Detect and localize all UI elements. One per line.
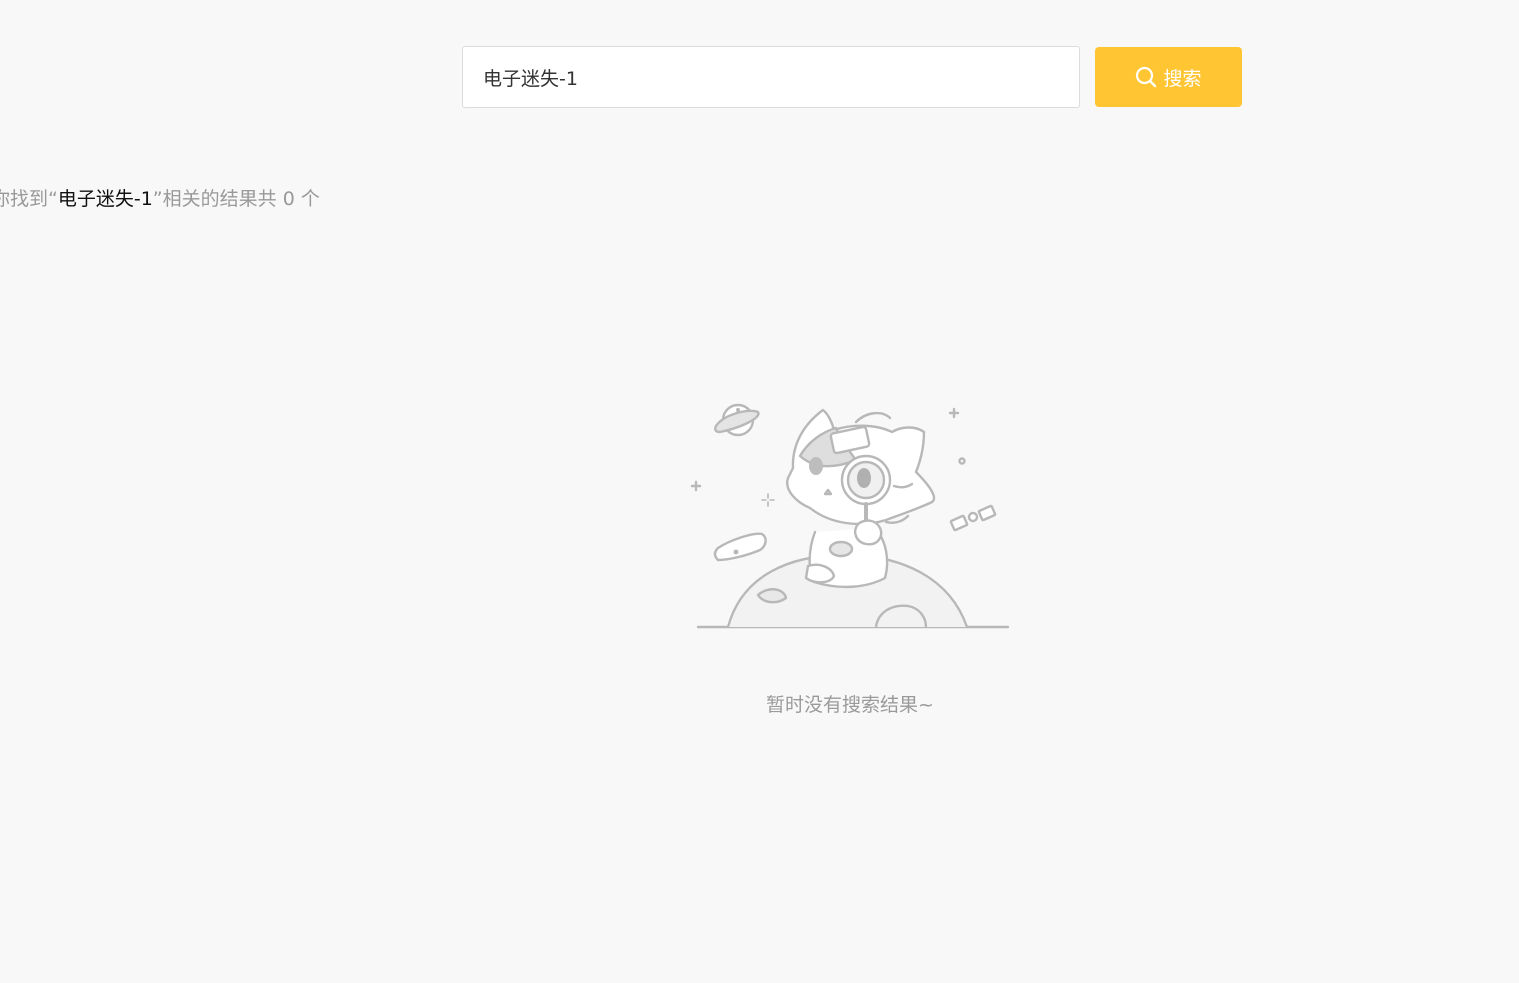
- star-right: [948, 407, 960, 419]
- empty-state-illustration: [690, 403, 1010, 629]
- cat-left-eye: [809, 457, 823, 475]
- search-icon: [1135, 66, 1157, 88]
- cat-collar-bell: [828, 540, 854, 558]
- search-input[interactable]: [463, 47, 1079, 107]
- empty-state-message: 暂时没有搜索结果~: [766, 694, 934, 716]
- small-planet-dot: [736, 408, 740, 412]
- sparkle: [761, 493, 775, 507]
- summary-keyword: 电子迷失-1: [57, 188, 153, 210]
- search-box: [462, 46, 1080, 108]
- search-button[interactable]: 搜索: [1095, 47, 1242, 107]
- cat-hat-brim: [854, 411, 892, 424]
- floating-tube-dot: [733, 549, 739, 555]
- cat-paw: [854, 519, 883, 546]
- summary-suffix: 个: [294, 188, 320, 210]
- summary-prefix: 为你找到“: [0, 188, 58, 210]
- satellite-core: [967, 511, 979, 523]
- search-results-page: 搜索 为你找到“电子迷失-1”相关的结果共 0 个: [0, 0, 1519, 983]
- satellite-panel-right: [977, 504, 997, 522]
- star-circle: [958, 457, 966, 465]
- summary-middle: ”相关的结果共: [152, 188, 283, 210]
- floating-tube: [713, 532, 767, 562]
- result-summary: 为你找到“电子迷失-1”相关的结果共 0 个: [0, 184, 320, 211]
- star-left: [690, 480, 702, 492]
- summary-count: 0: [282, 188, 295, 210]
- satellite-panel-left: [949, 514, 969, 532]
- cat-right-eye: [857, 468, 871, 488]
- search-button-label: 搜索: [1163, 67, 1202, 90]
- planet-crater-2: [756, 588, 788, 604]
